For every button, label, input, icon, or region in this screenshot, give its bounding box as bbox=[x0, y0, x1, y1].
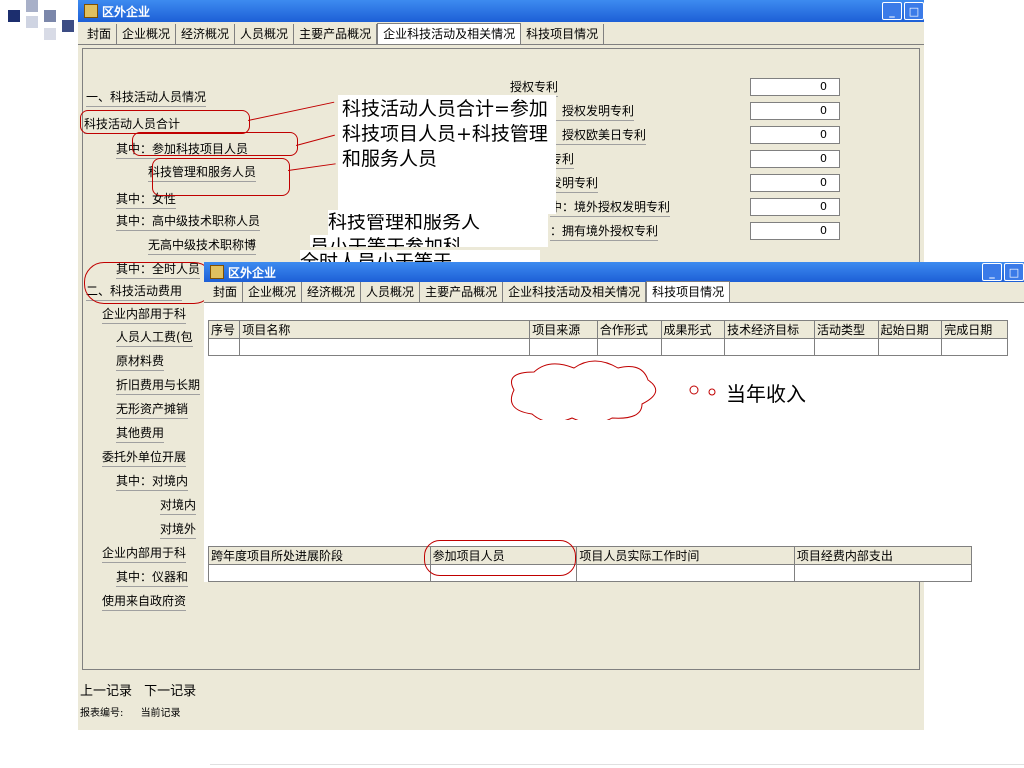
table-cell[interactable] bbox=[576, 564, 795, 582]
tab-0[interactable]: 封面 bbox=[82, 24, 118, 44]
tab-5[interactable]: 企业科技活动及相关情况 bbox=[377, 23, 522, 44]
tab-4[interactable]: 主要产品概况 bbox=[420, 282, 504, 302]
maximize2-button[interactable]: □ bbox=[1004, 263, 1024, 281]
left-item: 其他费用 bbox=[116, 424, 165, 443]
left-item: 对境外 bbox=[160, 520, 197, 539]
app-icon bbox=[84, 4, 98, 18]
left-item: 无形资产摊销 bbox=[116, 400, 189, 419]
left-item: 人员人工费(包 bbox=[116, 328, 193, 347]
callout-behind-3: 全时人员小于等于 bbox=[300, 250, 540, 262]
left-item: 其中：高中级技术职称人员 bbox=[116, 212, 261, 231]
table-cell[interactable] bbox=[814, 338, 879, 356]
left-item: 委托外单位开展 bbox=[102, 448, 187, 467]
left-item: 原材料费 bbox=[116, 352, 165, 371]
right-item-value[interactable]: 0 bbox=[750, 174, 840, 192]
tab-3[interactable]: 人员概况 bbox=[361, 282, 421, 302]
prev-record-button[interactable]: 上一记录 bbox=[80, 684, 132, 699]
column-header: 起始日期 bbox=[877, 320, 943, 339]
right-item-value[interactable]: 0 bbox=[750, 126, 840, 144]
column-header: 项目来源 bbox=[529, 320, 598, 339]
right-item-value[interactable]: 0 bbox=[750, 198, 840, 216]
next-record-button[interactable]: 下一记录 bbox=[144, 684, 196, 699]
table-cell[interactable] bbox=[793, 564, 973, 582]
left-item: 使用来自政府资 bbox=[102, 592, 187, 611]
column-header: 合作形式 bbox=[596, 320, 662, 339]
tab-5[interactable]: 企业科技活动及相关情况 bbox=[503, 282, 647, 302]
current-record-label: 当前记录 bbox=[140, 708, 181, 719]
table-cell[interactable] bbox=[724, 338, 816, 356]
column-header: 完成日期 bbox=[941, 320, 1008, 339]
right-item-value[interactable]: 0 bbox=[750, 78, 840, 96]
tab-1[interactable]: 企业概况 bbox=[243, 282, 303, 302]
highlight-participants bbox=[424, 540, 576, 576]
tab-6[interactable]: 科技项目情况 bbox=[646, 281, 731, 302]
column-header: 活动类型 bbox=[814, 320, 879, 339]
left-item: 一、科技活动人员情况 bbox=[86, 88, 207, 107]
callout-main: 科技活动人员合计=参加科技项目人员+科技管理和服务人员 bbox=[338, 95, 556, 214]
tab-4[interactable]: 主要产品概况 bbox=[294, 24, 378, 44]
minimize-button[interactable]: _ bbox=[882, 2, 902, 20]
tab-2[interactable]: 经济概况 bbox=[176, 24, 236, 44]
corner-decoration bbox=[0, 0, 80, 60]
right-item-label: 中：境外授权发明专利 bbox=[550, 198, 671, 217]
right-item-label: ：拥有境外授权专利 bbox=[550, 222, 659, 241]
left-item: 对境内 bbox=[160, 496, 197, 515]
table-cell[interactable] bbox=[596, 338, 662, 356]
tab-bar-2: 封面 企业概况 经济概况 人员概况 主要产品概况 企业科技活动及相关情况 科技项目情况 bbox=[204, 281, 1024, 303]
table-cell[interactable] bbox=[529, 338, 598, 356]
project-detail-table: 跨年度项目所处进展阶段 参加项目人员 项目人员实际工作时间 项目经费内部支出 bbox=[208, 546, 973, 582]
left-item: 企业内部用于科 bbox=[102, 305, 187, 324]
column-header: 项目经费内部支出 bbox=[793, 546, 973, 565]
column-header: 成果形式 bbox=[660, 320, 726, 339]
tab-bar: 封面 企业概况 经济概况 人员概况 主要产品概况 企业科技活动及相关情况 科技项目情况 bbox=[78, 22, 924, 45]
table-cell[interactable] bbox=[877, 338, 943, 356]
highlight-project-staff bbox=[132, 132, 298, 156]
bottom-line bbox=[210, 764, 1024, 765]
table-cell[interactable] bbox=[207, 338, 241, 356]
tab-6[interactable]: 科技项目情况 bbox=[521, 24, 605, 44]
callout-behind-2: 员小于等于参加科 bbox=[310, 235, 548, 247]
left-item: 其中：仪器和 bbox=[116, 568, 189, 587]
highlight-mgmt-staff bbox=[152, 158, 290, 196]
left-item: 折旧费用与长期 bbox=[116, 376, 201, 395]
right-item-value[interactable]: 0 bbox=[750, 150, 840, 168]
right-item-label: ：授权发明专利 bbox=[550, 102, 635, 121]
table-cell[interactable] bbox=[208, 564, 431, 582]
right-item-label: ：授权欧美日专利 bbox=[550, 126, 647, 145]
column-header: 跨年度项目所处进展阶段 bbox=[208, 546, 431, 565]
app2-icon bbox=[210, 265, 224, 279]
column-header: 项目名称 bbox=[239, 320, 531, 339]
highlight-total bbox=[80, 110, 250, 134]
window-title: 区外企业 bbox=[102, 4, 151, 19]
tab-0[interactable]: 封面 bbox=[208, 282, 244, 302]
right-item-value[interactable]: 0 bbox=[750, 222, 840, 240]
tab-1[interactable]: 企业概况 bbox=[117, 24, 177, 44]
window-title-bar: 区外企业 _ □ bbox=[78, 0, 924, 22]
tab-2[interactable]: 经济概况 bbox=[302, 282, 362, 302]
window2-title: 区外企业 bbox=[228, 265, 277, 280]
right-item-label: 发明专利 bbox=[550, 174, 599, 193]
status-bar: 报表编号: 当前记录 bbox=[80, 705, 181, 723]
highlight-fulltime bbox=[84, 262, 214, 304]
nav-bar: 上一记录 下一记录 bbox=[80, 683, 196, 701]
left-item: 其中：对境内 bbox=[116, 472, 189, 491]
column-header: 技术经济目标 bbox=[724, 320, 816, 339]
window2-title-bar: 区外企业 _ □ bbox=[204, 262, 1024, 282]
minimize2-button[interactable]: _ bbox=[982, 263, 1002, 281]
column-header: 项目人员实际工作时间 bbox=[576, 546, 795, 565]
column-header: 序号 bbox=[207, 320, 241, 339]
project-window: 区外企业 _ □ 封面 企业概况 经济概况 人员概况 主要产品概况 企业科技活动及相关情况… bbox=[204, 262, 1024, 582]
table-cell[interactable] bbox=[660, 338, 726, 356]
left-item: 无高中级技术职称博 bbox=[148, 236, 257, 255]
tab-3[interactable]: 人员概况 bbox=[235, 24, 295, 44]
annual-income-label: 当年收入 bbox=[726, 382, 806, 406]
cloud-callout bbox=[510, 360, 716, 420]
table-cell[interactable] bbox=[941, 338, 1008, 356]
right-item-value[interactable]: 0 bbox=[750, 102, 840, 120]
left-item: 企业内部用于科 bbox=[102, 544, 187, 563]
table-cell[interactable] bbox=[239, 338, 531, 356]
maximize-button[interactable]: □ bbox=[904, 2, 924, 20]
report-no-label: 报表编号: bbox=[80, 708, 124, 719]
project-table: 序号 项目名称 项目来源 合作形式 成果形式 技术经济目标 活动类型 起始日期 完成日期 bbox=[207, 320, 1008, 356]
